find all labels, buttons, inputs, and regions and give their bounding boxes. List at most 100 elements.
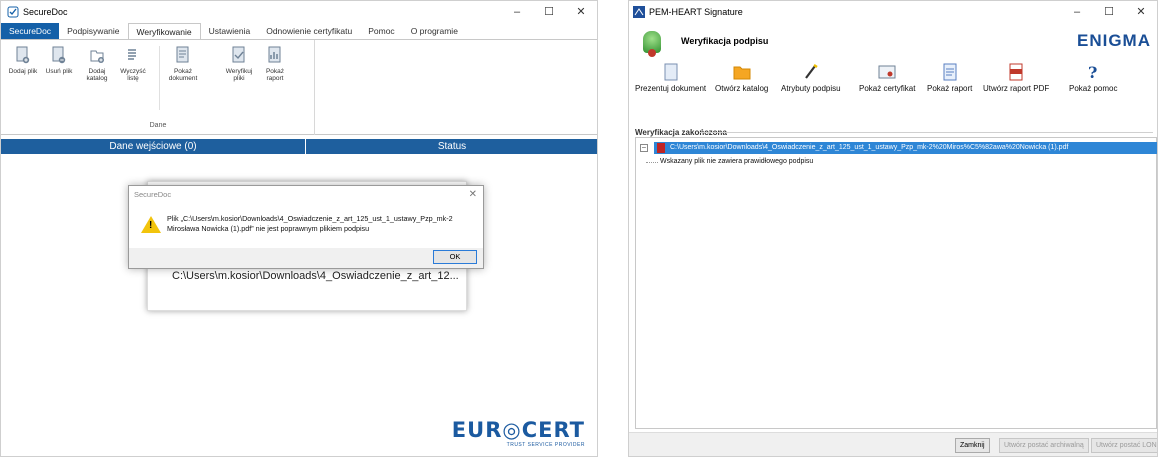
add-file-icon <box>16 46 30 64</box>
signature-attributes-label: Atrybuty podpisu <box>781 84 841 93</box>
clear-list-button[interactable]: Wyczyść listę <box>115 46 151 82</box>
window-title: PEM-HEART Signature <box>649 7 743 17</box>
svg-text:?: ? <box>1088 63 1097 81</box>
minimize-button[interactable]: – <box>501 1 533 23</box>
close-button[interactable]: ✕ <box>565 1 597 23</box>
create-archive-button[interactable]: Utwórz postać archiwalną <box>999 438 1089 453</box>
show-certificate-button[interactable]: Pokaż certyfikat <box>859 63 915 93</box>
column-input-data[interactable]: Dane wejściowe (0) <box>1 139 306 154</box>
help-label: Pokaż pomoc <box>1069 84 1118 93</box>
ribbon-group-label: Dane <box>149 122 167 129</box>
pdf-report-button[interactable]: Utwórz raport PDF <box>983 63 1049 93</box>
message-box-titlebar: SecureDoc ✕ <box>129 186 483 204</box>
clear-list-label: Wyczyść listę <box>120 68 146 82</box>
show-report-label: Pokaż raport <box>927 84 973 93</box>
background-dialog-path: C:\Users\m.kosior\Downloads\4_Oswiadczen… <box>172 270 459 282</box>
page-title: Weryfikacja podpisu <box>681 36 769 46</box>
add-folder-label: Dodaj katalog <box>86 68 108 82</box>
tab-podpisywanie[interactable]: Podpisywanie <box>59 23 127 39</box>
ribbon: Dodaj plik Usuń plik Dodaj katalog Wyczy… <box>1 39 597 135</box>
pdf-report-label: Utwórz raport PDF <box>983 84 1050 93</box>
close-button[interactable]: ✕ <box>1125 1 1157 23</box>
present-document-button[interactable]: Prezentuj dokument <box>635 63 706 93</box>
error-message-box: SecureDoc ✕ ! Plik „C:\Users\m.kosior\Do… <box>128 185 484 269</box>
eurocert-logo: EUR◎CERT TRUST SERVICE PROVIDER <box>452 418 585 448</box>
pemheart-header: Weryfikacja podpisu ENIGMA <box>629 23 1157 59</box>
tab-weryfikowanie[interactable]: Weryfikowanie <box>127 23 201 39</box>
present-document-label: Prezentuj dokument <box>635 84 707 93</box>
tab-odnowienie-certyfikatu[interactable]: Odnowienie certyfikatu <box>258 23 360 39</box>
present-document-icon <box>664 63 678 81</box>
section-divider <box>699 132 1153 133</box>
pemheart-titlebar: PEM-HEART Signature – ☐ ✕ <box>629 1 1157 23</box>
show-certificate-label: Pokaż certyfikat <box>859 84 916 93</box>
table-header: Dane wejściowe (0) Status <box>1 139 597 154</box>
logo-tagline: TRUST SERVICE PROVIDER <box>506 442 585 448</box>
add-folder-icon <box>90 50 104 63</box>
tree-item-file[interactable]: C:\Users\m.kosior\Downloads\4_Oswiadczen… <box>654 142 1157 154</box>
add-file-button[interactable]: Dodaj plik <box>5 46 41 75</box>
desktop-gap <box>598 0 628 457</box>
remove-file-label: Usuń plik <box>45 68 73 75</box>
tree-item-result[interactable]: Wskazany plik nie zawiera prawidłowego p… <box>645 158 813 165</box>
create-long-button[interactable]: Utwórz postać LONG <box>1091 438 1157 453</box>
message-box-close-button[interactable]: ✕ <box>469 186 477 204</box>
securedoc-window: SecureDoc – ☐ ✕ SecureDoc Podpisywanie W… <box>0 0 598 457</box>
tab-o-programie[interactable]: O programie <box>403 23 466 39</box>
securedoc-titlebar: SecureDoc – ☐ ✕ <box>1 1 597 23</box>
bottom-button-bar: Zamknij Utwórz postać archiwalną Utwórz … <box>629 432 1157 456</box>
show-report-icon <box>268 46 281 63</box>
pdf-file-icon <box>657 143 665 153</box>
verify-files-icon <box>232 46 245 63</box>
remove-file-icon <box>52 46 66 64</box>
tab-securedoc[interactable]: SecureDoc <box>1 23 60 39</box>
minimize-button[interactable]: – <box>1061 1 1093 23</box>
add-file-label: Dodaj plik <box>8 68 38 75</box>
clear-list-icon <box>128 49 136 60</box>
message-box-title: SecureDoc <box>134 190 172 199</box>
help-icon: ? <box>1088 63 1097 81</box>
open-folder-label: Otwórz katalog <box>715 84 769 93</box>
pemheart-toolbar: Prezentuj dokument Otwórz katalog Atrybu… <box>629 59 1157 101</box>
tab-pomoc[interactable]: Pomoc <box>360 23 402 39</box>
verify-files-label: Weryfikuj pliki <box>225 68 253 82</box>
add-folder-button[interactable]: Dodaj katalog <box>79 46 115 82</box>
show-report-button[interactable]: Pokaż raport <box>257 46 293 82</box>
signature-verification-icon <box>643 31 661 57</box>
signature-attributes-icon <box>804 64 818 79</box>
verification-tree[interactable]: – C:\Users\m.kosior\Downloads\4_Oswiadcz… <box>635 137 1157 429</box>
tree-collapse-toggle[interactable]: – <box>640 144 648 152</box>
verify-files-button[interactable]: Weryfikuj pliki <box>221 46 257 82</box>
tree-item-file-label: C:\Users\m.kosior\Downloads\4_Oswiadczen… <box>670 144 1069 151</box>
show-document-button[interactable]: Pokaż dokument <box>165 46 201 82</box>
signature-attributes-button[interactable]: Atrybuty podpisu <box>781 63 841 93</box>
pemheart-app-icon <box>633 6 645 18</box>
maximize-button[interactable]: ☐ <box>1093 1 1125 23</box>
column-status[interactable]: Status <box>307 139 597 154</box>
open-folder-button[interactable]: Otwórz katalog <box>715 63 768 93</box>
show-report-icon <box>943 63 957 81</box>
warning-icon: ! <box>141 216 161 233</box>
show-certificate-icon <box>878 65 896 79</box>
window-title: SecureDoc <box>23 7 68 17</box>
ribbon-separator <box>159 46 160 110</box>
open-folder-icon <box>733 66 751 80</box>
ok-button[interactable]: OK <box>433 250 477 264</box>
tab-ustawienia[interactable]: Ustawienia <box>201 23 259 39</box>
remove-file-button[interactable]: Usuń plik <box>41 46 77 75</box>
ribbon-tabs: SecureDoc Podpisywanie Weryfikowanie Ust… <box>1 23 597 39</box>
securedoc-app-icon <box>7 6 19 18</box>
show-report-button[interactable]: Pokaż raport <box>927 63 972 93</box>
help-button[interactable]: ? Pokaż pomoc <box>1069 63 1117 93</box>
enigma-logo: ENIGMA <box>1077 31 1151 50</box>
maximize-button[interactable]: ☐ <box>533 1 565 23</box>
show-document-label: Pokaż dokument <box>168 68 198 82</box>
close-dialog-button[interactable]: Zamknij <box>955 438 990 453</box>
message-box-body: ! Plik „C:\Users\m.kosior\Downloads\4_Os… <box>129 204 483 248</box>
pdf-report-icon <box>1009 63 1023 81</box>
ribbon-group-dane: Dodaj plik Usuń plik Dodaj katalog Wyczy… <box>1 40 315 135</box>
show-document-icon <box>176 46 189 63</box>
show-report-label: Pokaż raport <box>265 68 285 82</box>
pemheart-window: PEM-HEART Signature – ☐ ✕ Weryfikacja po… <box>628 0 1158 457</box>
message-box-text: Plik „C:\Users\m.kosior\Downloads\4_Oswi… <box>167 214 453 233</box>
